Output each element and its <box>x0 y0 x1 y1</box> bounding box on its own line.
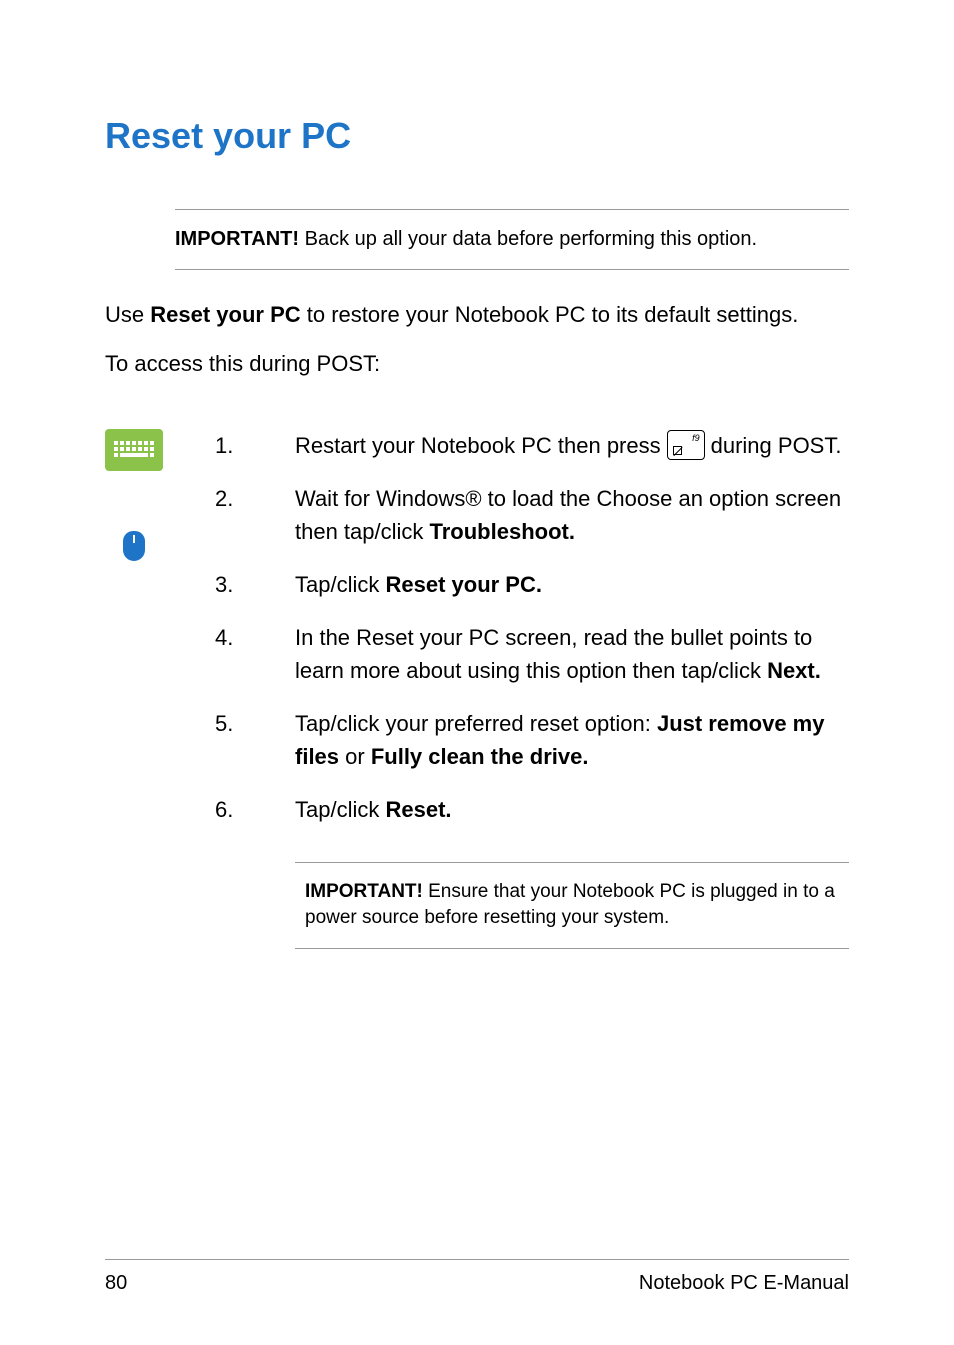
keyboard-icon <box>105 429 163 471</box>
step-text-pre: Tap/click your preferred reset option: <box>295 711 657 736</box>
step-num: 3. <box>215 568 295 601</box>
step-num: 4. <box>215 621 295 687</box>
manual-title: Notebook PC E-Manual <box>639 1272 849 1295</box>
important-note-2: IMPORTANT! Ensure that your Notebook PC … <box>295 862 849 949</box>
step-6: 6. Tap/click Reset. <box>215 793 849 826</box>
important-label: IMPORTANT! <box>175 228 299 250</box>
step-text-pre: Tap/click <box>295 572 385 597</box>
step-list: 1. Restart your Notebook PC then press f… <box>215 429 849 826</box>
step-text-pre: Restart your Notebook PC then press <box>295 429 661 462</box>
mouse-icon <box>123 531 145 561</box>
step-3: 3. Tap/click Reset your PC. <box>215 568 849 601</box>
step-5: 5. Tap/click your preferred reset option… <box>215 707 849 773</box>
step-strong: Troubleshoot. <box>430 519 575 544</box>
step-num: 6. <box>215 793 295 826</box>
important-note-1: IMPORTANT! Back up all your data before … <box>175 209 849 270</box>
step-1: 1. Restart your Notebook PC then press f… <box>215 429 849 462</box>
intro-post: to restore your Notebook PC to its defau… <box>301 302 799 327</box>
important-text: Back up all your data before performing … <box>299 228 757 250</box>
step-num: 1. <box>215 429 295 462</box>
step-text-post: during POST. <box>711 429 842 462</box>
step-2: 2. Wait for Windows® to load the Choose … <box>215 482 849 548</box>
page-number: 80 <box>105 1272 127 1295</box>
intro-text: Use Reset your PC to restore your Notebo… <box>105 300 849 331</box>
step-strong-2: Fully clean the drive. <box>371 744 589 769</box>
intro-pre: Use <box>105 302 150 327</box>
step-strong: Reset. <box>385 797 451 822</box>
step-text-mid: or <box>339 744 371 769</box>
step-text-pre: In the Reset your PC screen, read the bu… <box>295 625 812 683</box>
f9-key-icon: f9 <box>667 430 705 460</box>
page-footer: 80 Notebook PC E-Manual <box>105 1259 849 1295</box>
access-text: To access this during POST: <box>105 351 849 377</box>
step-strong: Reset your PC. <box>385 572 542 597</box>
step-text-pre: Tap/click <box>295 797 385 822</box>
important-label: IMPORTANT! <box>305 881 423 902</box>
intro-strong: Reset your PC <box>150 302 300 327</box>
step-4: 4. In the Reset your PC screen, read the… <box>215 621 849 687</box>
page-heading: Reset your PC <box>105 115 849 157</box>
step-strong: Next. <box>767 658 821 683</box>
step-num: 5. <box>215 707 295 773</box>
key-label: f9 <box>692 432 700 446</box>
step-num: 2. <box>215 482 295 548</box>
